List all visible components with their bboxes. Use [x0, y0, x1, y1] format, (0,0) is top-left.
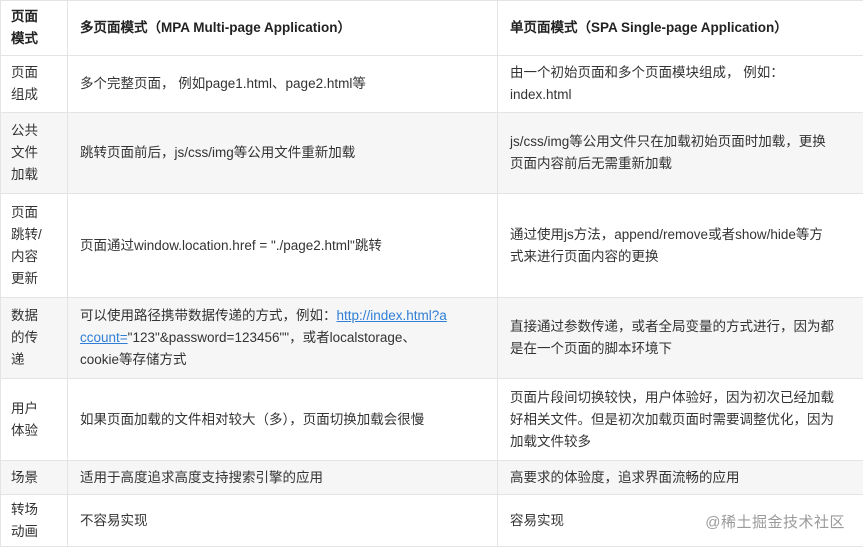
mpa-line-3: cookie等存储方式: [80, 349, 485, 371]
header-spa: 单页面模式（SPA Single-page Application）: [498, 1, 863, 56]
header-row: 页面 模式 多页面模式（MPA Multi-page Application） …: [1, 1, 863, 56]
comparison-table: 页面 模式 多页面模式（MPA Multi-page Application） …: [0, 0, 863, 547]
mpa-cell: 跳转页面前后，js/css/img等公用文件重新加载: [68, 113, 498, 194]
table-row: 用户 体验 如果页面加载的文件相对较大（多），页面切换加载会很慢 页面片段间切换…: [1, 379, 863, 461]
mpa-cell: 不容易实现: [68, 495, 498, 547]
mpa-cell: 如果页面加载的文件相对较大（多），页面切换加载会很慢: [68, 379, 498, 461]
spa-cell: js/css/img等公用文件只在加载初始页面时加载，更换 页面内容前后无需重新…: [498, 113, 863, 194]
table-row: 公共 文件 加载 跳转页面前后，js/css/img等公用文件重新加载 js/c…: [1, 113, 863, 194]
row-category: 用户 体验: [1, 379, 68, 461]
row-category: 页面 跳转/ 内容 更新: [1, 194, 68, 298]
row-category: 数据 的传 递: [1, 298, 68, 379]
spa-cell: 页面片段间切换较快，用户体验好，因为初次已经加载 好相关文件。但是初次加载页面时…: [498, 379, 863, 461]
watermark: @稀土掘金技术社区: [705, 511, 845, 532]
header-mode: 页面 模式: [1, 1, 68, 56]
spa-cell: 通过使用js方法，append/remove或者show/hide等方 式来进行…: [498, 194, 863, 298]
mpa-line-1: 可以使用路径携带数据传递的方式，例如：http://index.html?a: [80, 305, 485, 327]
table-row: 场景 适用于高度追求高度支持搜索引擎的应用 高要求的体验度，追求界面流畅的应用: [1, 461, 863, 495]
mpa-cell: 页面通过window.location.href = "./page2.html…: [68, 194, 498, 298]
table-row: 页面 跳转/ 内容 更新 页面通过window.location.href = …: [1, 194, 863, 298]
spa-cell: 高要求的体验度，追求界面流畅的应用: [498, 461, 863, 495]
row-category: 场景: [1, 461, 68, 495]
mpa-cell: 可以使用路径携带数据传递的方式，例如：http://index.html?a c…: [68, 298, 498, 379]
table-row: 页面 组成 多个完整页面， 例如page1.html、page2.html等 由…: [1, 56, 863, 113]
mpa-cell: 适用于高度追求高度支持搜索引擎的应用: [68, 461, 498, 495]
table-row: 数据 的传 递 可以使用路径携带数据传递的方式，例如：http://index.…: [1, 298, 863, 379]
example-link[interactable]: http://index.html?a: [337, 308, 447, 323]
row-category: 公共 文件 加载: [1, 113, 68, 194]
mpa-cell: 多个完整页面， 例如page1.html、page2.html等: [68, 56, 498, 113]
mpa-line-2: ccount="123"&password=123456""，或者localst…: [80, 327, 485, 349]
example-link-continued[interactable]: ccount=: [80, 330, 128, 345]
spa-cell: 直接通过参数传递，或者全局变量的方式进行，因为都 是在一个页面的脚本环境下: [498, 298, 863, 379]
spa-cell: 由一个初始页面和多个页面模块组成， 例如： index.html: [498, 56, 863, 113]
row-category: 转场 动画: [1, 495, 68, 547]
row-category: 页面 组成: [1, 56, 68, 113]
header-mpa: 多页面模式（MPA Multi-page Application）: [68, 1, 498, 56]
